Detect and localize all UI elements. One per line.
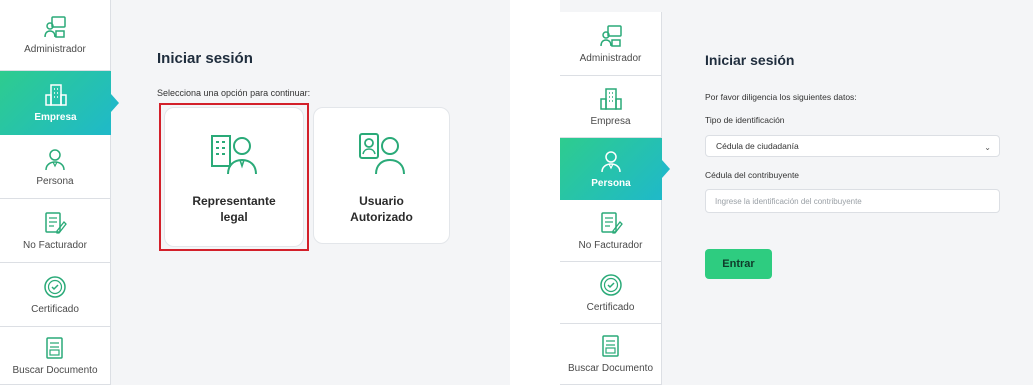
sidebar-item-label: Buscar Documento	[567, 363, 654, 374]
id-type-label: Tipo de identificación	[705, 115, 785, 125]
document-edit-icon	[599, 211, 623, 235]
sidebar-item-label: Administrador	[24, 44, 86, 55]
chevron-down-icon: ⌄	[984, 143, 991, 152]
card-label-line2: Autorizado	[350, 210, 413, 224]
sidebar-item-empresa[interactable]: Empresa	[560, 76, 662, 138]
sidebar-item-label: Certificado	[586, 301, 635, 313]
sidebar-item-label: Administrador	[579, 52, 642, 64]
document-edit-icon	[43, 211, 67, 235]
form-instructions: Por favor diligencia los siguientes dato…	[705, 92, 857, 102]
taxpayer-id-input[interactable]: Ingrese la identificación del contribuye…	[705, 189, 1000, 213]
person-icon	[599, 149, 623, 173]
sidebar-item-label: No Facturador	[23, 239, 87, 251]
sidebar-item-persona[interactable]: Persona	[560, 138, 670, 200]
building-icon	[44, 83, 68, 107]
login-screen-persona: Administrador Empresa Persona No Factura…	[560, 0, 1033, 385]
sidebar-item-certificado[interactable]: Certificado	[0, 263, 111, 327]
sidebar-item-no-facturador[interactable]: No Facturador	[560, 200, 662, 262]
id-type-select[interactable]: Cédula de ciudadanía ⌄	[705, 135, 1000, 157]
sidebar-item-buscar-documento[interactable]: Buscar Documento	[0, 327, 111, 385]
sidebar-item-persona[interactable]: Persona	[0, 135, 111, 199]
sidebar-item-buscar-documento[interactable]: Buscar Documento	[560, 324, 662, 385]
submit-button[interactable]: Entrar	[705, 249, 772, 279]
taxpayer-id-label: Cédula del contribuyente	[705, 170, 800, 180]
search-document-icon	[43, 336, 67, 360]
page-title: Iniciar sesión	[705, 52, 795, 68]
certificate-icon	[599, 273, 623, 297]
card-usuario-autorizado[interactable]: Usuario Autorizado	[313, 107, 450, 244]
card-label-line1: Usuario	[359, 194, 404, 208]
person-icon	[43, 147, 67, 171]
page-title: Iniciar sesión	[157, 50, 253, 67]
authorized-user-icon	[358, 130, 406, 179]
selection-highlight	[159, 103, 309, 251]
sidebar-item-label: Empresa	[590, 115, 631, 127]
sidebar-item-label: No Facturador	[578, 239, 643, 251]
sidebar-item-administrador[interactable]: Administrador	[0, 0, 111, 71]
taxpayer-id-placeholder: Ingrese la identificación del contribuye…	[715, 196, 862, 206]
sidebar-item-label: Certificado	[31, 303, 79, 315]
sidebar-item-administrador[interactable]: Administrador	[560, 12, 662, 76]
sidebar-item-label: Buscar Documento	[12, 364, 98, 376]
page-subtitle: Selecciona una opción para continuar:	[157, 88, 311, 98]
login-screen-empresa: Administrador Empresa Persona No Factura…	[0, 0, 510, 385]
building-icon	[599, 87, 623, 111]
admin-icon	[43, 15, 67, 39]
sidebar-item-label: Persona	[36, 175, 74, 187]
sidebar-item-label: Persona	[591, 178, 631, 189]
sidebar-item-no-facturador[interactable]: No Facturador	[0, 199, 111, 263]
sidebar-item-certificado[interactable]: Certificado	[560, 262, 662, 324]
id-type-value: Cédula de ciudadanía	[716, 141, 799, 151]
admin-icon	[599, 24, 623, 48]
certificate-icon	[43, 275, 67, 299]
sidebar-item-label: Empresa	[34, 112, 77, 123]
sidebar-item-empresa[interactable]: Empresa	[0, 71, 119, 135]
search-document-icon	[599, 334, 623, 358]
